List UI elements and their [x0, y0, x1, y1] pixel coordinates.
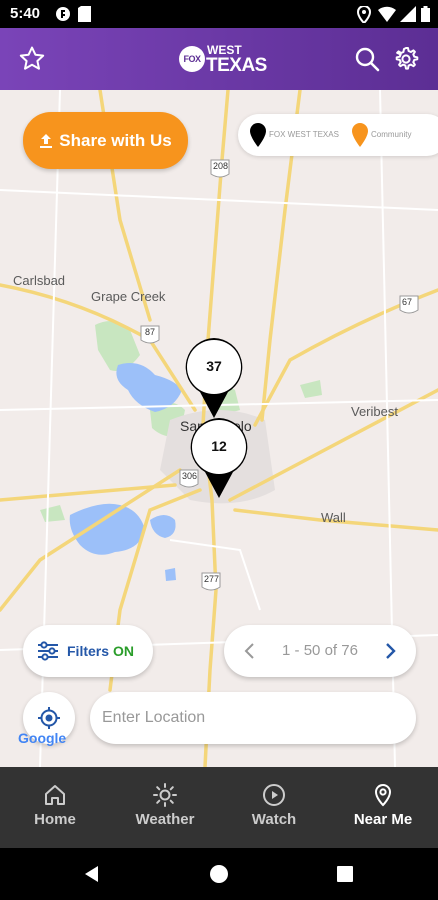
status-time: 5:40 — [10, 5, 41, 22]
location-search-input[interactable] — [90, 692, 416, 744]
home-icon — [45, 785, 65, 805]
upload-icon — [40, 133, 53, 148]
logo-line2: TEXAS — [206, 55, 267, 76]
nav-watch[interactable]: Watch — [219, 767, 329, 848]
fox-west-texas-logo: FOX WEST TEXAS — [179, 42, 267, 76]
sun-icon — [153, 783, 177, 807]
chevron-left-icon[interactable] — [238, 639, 262, 663]
nav-home[interactable]: Home — [0, 767, 110, 848]
android-navigation-bar — [0, 848, 438, 900]
share-button-label: Share with Us — [59, 130, 172, 150]
map-view[interactable]: 208 87 67 306 277 Carlsbad Grape Creek S… — [0, 90, 438, 767]
nav-near-me-label: Near Me — [353, 811, 413, 828]
place-label-carlsbad: Carlsbad — [13, 273, 66, 288]
road-shield-label: 208 — [213, 161, 229, 171]
filters-state: ON — [113, 643, 135, 659]
app-header: FOX WEST TEXAS — [0, 28, 438, 90]
nav-near-me[interactable]: Near Me — [328, 767, 438, 848]
community-pin-icon — [352, 123, 368, 147]
cluster-count: 12 — [211, 438, 227, 454]
place-label-grape-creek: Grape Creek — [91, 289, 166, 304]
google-attribution: Google — [18, 730, 66, 746]
road-shield-label: 277 — [204, 574, 220, 584]
battery-icon — [421, 6, 430, 22]
wifi-icon — [378, 6, 396, 22]
google-attribution-text: Google — [18, 730, 67, 746]
sliders-icon — [38, 641, 58, 661]
map-legend: FOX WEST TEXAS Community — [238, 114, 438, 156]
map-cluster-marker[interactable]: 37 — [183, 336, 249, 420]
search-icon[interactable] — [353, 45, 381, 73]
road-shield-label: 67 — [402, 297, 413, 307]
results-pager: 1 - 50 of 76 — [224, 625, 416, 677]
home-button-icon[interactable] — [207, 862, 231, 886]
pager-text: 1 - 50 of 76 — [282, 642, 358, 659]
gear-icon[interactable] — [392, 45, 420, 73]
place-label-veribest: Veribest — [351, 404, 398, 419]
recents-icon[interactable] — [333, 862, 357, 886]
road-shield-label: 87 — [145, 327, 156, 337]
nav-weather-label: Weather — [135, 811, 195, 828]
star-icon[interactable] — [18, 45, 46, 73]
filters-button[interactable]: Filters ON — [23, 625, 153, 677]
fox-pin-icon — [250, 123, 266, 147]
crosshair-icon — [38, 707, 60, 729]
chevron-right-icon[interactable] — [378, 639, 402, 663]
share-with-us-button[interactable]: Share with Us — [23, 112, 188, 169]
back-icon[interactable] — [80, 862, 104, 886]
notification-icon — [56, 7, 70, 21]
sim-icon — [78, 6, 91, 22]
location-icon — [357, 6, 371, 23]
bottom-navigation: Home Weather Watch Near Me — [0, 767, 438, 848]
status-bar: 5:40 — [0, 0, 438, 28]
map-cluster-marker[interactable]: 12 — [188, 416, 254, 500]
nav-watch-label: Watch — [251, 811, 297, 828]
nav-weather[interactable]: Weather — [110, 767, 220, 848]
cluster-count: 37 — [206, 358, 222, 374]
play-icon — [263, 784, 285, 806]
signal-icon — [400, 6, 416, 22]
filters-label: Filters — [67, 643, 110, 659]
cluster-pin-icon — [190, 418, 248, 498]
location-pin-icon — [374, 783, 392, 807]
legend-label-community: Community — [371, 130, 412, 139]
logo-mark: FOX — [179, 46, 205, 72]
place-label-wall: Wall — [321, 510, 346, 525]
cluster-pin-icon — [185, 338, 243, 418]
legend-label-fox: FOX WEST TEXAS — [269, 130, 339, 139]
nav-home-label: Home — [34, 811, 76, 828]
